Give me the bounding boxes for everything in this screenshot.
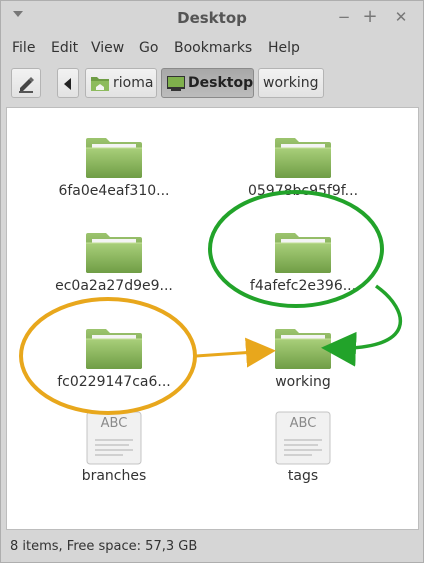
file-name: tags	[287, 468, 319, 484]
file-item[interactable]: ABC branches	[34, 411, 194, 484]
pencil-icon	[19, 77, 34, 93]
home-folder-icon	[91, 77, 109, 91]
close-icon[interactable]: ✕	[391, 7, 411, 27]
path-button-working[interactable]: working	[258, 68, 324, 98]
folder-item[interactable]: f4afefc2e396...	[223, 225, 383, 294]
edit-location-button[interactable]	[11, 68, 41, 98]
file-type-badge: ABC	[100, 416, 128, 431]
folder-icon	[84, 130, 144, 180]
path-back-button[interactable]	[57, 68, 79, 98]
path-label-working: working	[263, 75, 319, 91]
back-arrow-icon	[64, 78, 71, 90]
folder-item[interactable]: working	[223, 321, 383, 390]
file-name: 05978bc95f9f...	[247, 183, 359, 199]
folder-icon	[84, 225, 144, 275]
folder-item[interactable]: fc0229147ca6...	[34, 321, 194, 390]
desktop-icon	[167, 76, 185, 91]
status-bar: 8 items, Free space: 57,3 GB	[1, 532, 423, 562]
menu-view[interactable]: View	[91, 40, 124, 56]
file-name: f4afefc2e396...	[249, 278, 357, 294]
file-name: branches	[81, 468, 147, 484]
path-button-desktop[interactable]: Desktop	[161, 68, 254, 98]
folder-icon	[273, 225, 333, 275]
menu-bookmarks[interactable]: Bookmarks	[174, 40, 252, 56]
menu-file[interactable]: File	[12, 40, 35, 56]
folder-item[interactable]: 6fa0e4eaf310...	[34, 130, 194, 199]
file-view[interactable]: 6fa0e4eaf310... 05978bc95f9f... ec0a2a27…	[6, 107, 419, 530]
folder-icon	[273, 130, 333, 180]
file-name: fc0229147ca6...	[57, 374, 171, 390]
file-item[interactable]: ABC tags	[223, 411, 383, 484]
maximize-icon[interactable]: +	[360, 7, 380, 27]
path-label-rioma: rioma	[113, 75, 154, 91]
folder-item[interactable]: 05978bc95f9f...	[223, 130, 383, 199]
toolbar: rioma Desktop working	[1, 65, 423, 105]
menu-edit[interactable]: Edit	[51, 40, 78, 56]
path-button-rioma[interactable]: rioma	[85, 68, 157, 98]
menu-help[interactable]: Help	[268, 40, 300, 56]
file-type-badge: ABC	[289, 416, 317, 431]
menu-bar: File Edit View Go Bookmarks Help	[1, 36, 423, 62]
status-text: 8 items, Free space: 57,3 GB	[10, 539, 198, 554]
minimize-icon[interactable]: −	[334, 7, 354, 27]
path-label-desktop: Desktop	[188, 75, 254, 91]
file-manager-window: Desktop − + ✕ File Edit View Go Bookmark…	[0, 0, 424, 563]
file-name: working	[275, 374, 331, 390]
title-bar[interactable]: Desktop − + ✕	[1, 1, 423, 35]
file-name: 6fa0e4eaf310...	[58, 183, 170, 199]
folder-icon	[84, 321, 144, 371]
folder-item[interactable]: ec0a2a27d9e9...	[34, 225, 194, 294]
menu-go[interactable]: Go	[139, 40, 158, 56]
file-name: ec0a2a27d9e9...	[55, 278, 173, 294]
folder-icon	[273, 321, 333, 371]
